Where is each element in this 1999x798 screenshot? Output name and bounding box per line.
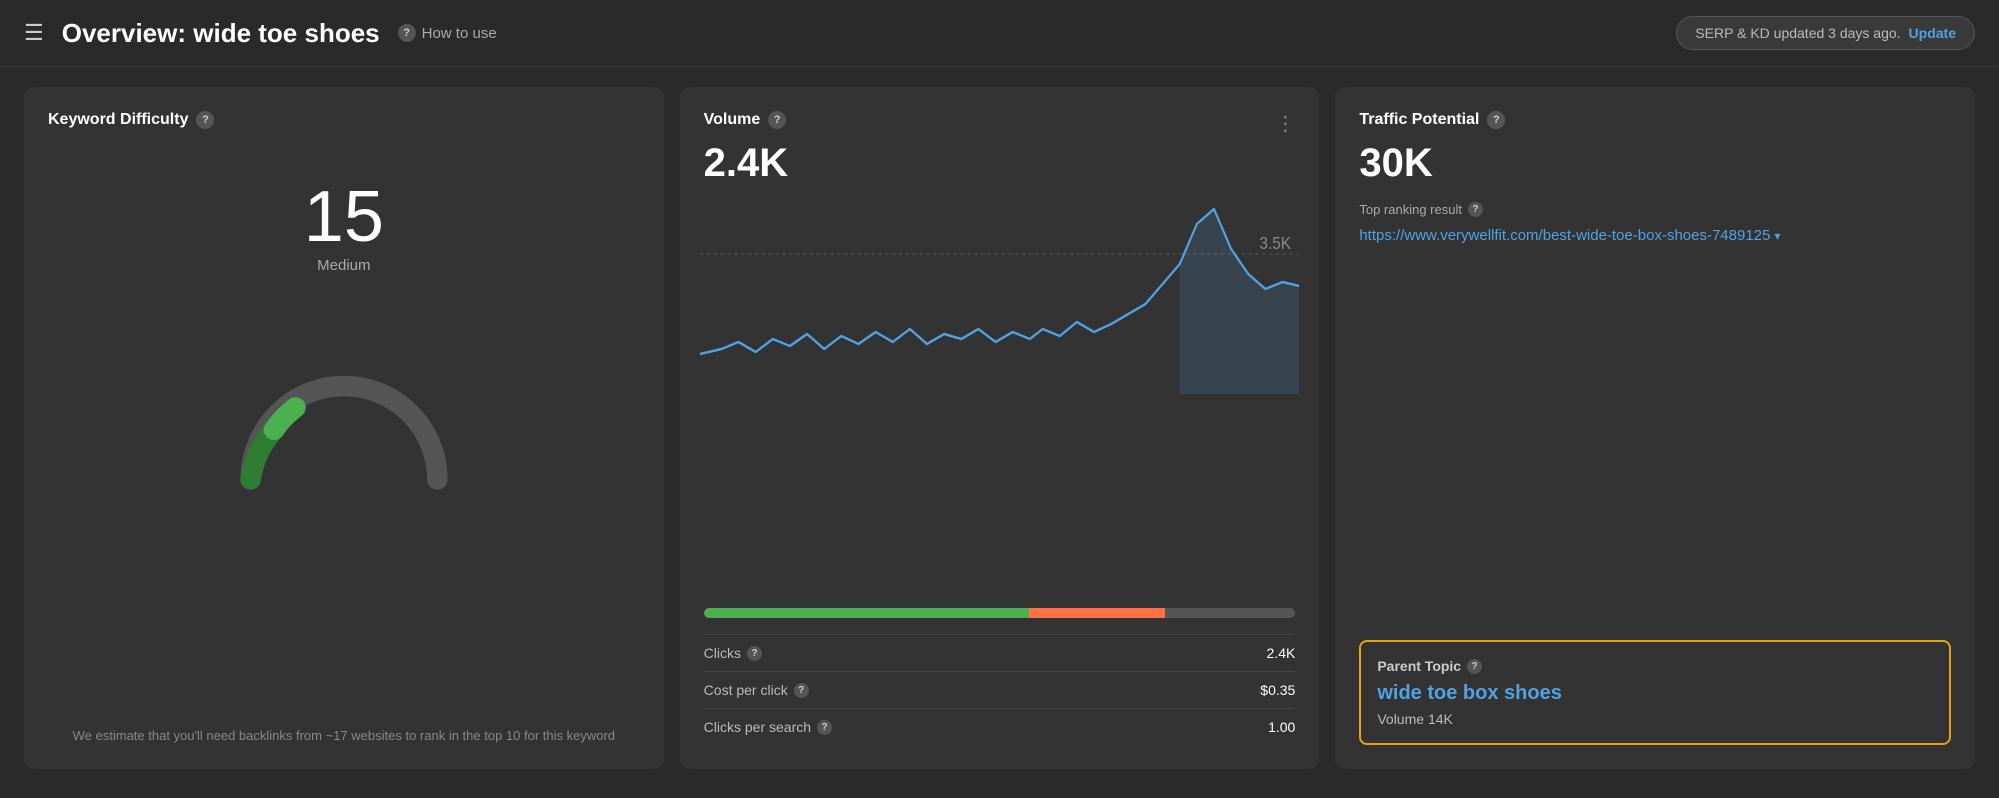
kd-level: Medium: [317, 257, 370, 274]
kd-score: 15: [304, 181, 384, 253]
page-title: Overview: wide toe shoes: [62, 18, 380, 49]
how-to-use-icon: ?: [398, 24, 416, 42]
cps-help-icon[interactable]: ?: [817, 720, 832, 735]
update-status-text: SERP & KD updated 3 days ago.: [1695, 25, 1900, 41]
top-ranking-url-text: https://www.verywellfit.com/best-wide-to…: [1359, 225, 1770, 246]
url-chevron-icon: ▾: [1774, 228, 1780, 245]
traffic-potential-value: 30K: [1359, 141, 1951, 186]
parent-topic-label: Parent Topic ?: [1377, 658, 1933, 674]
update-badge: SERP & KD updated 3 days ago. Update: [1676, 16, 1975, 50]
keyword-difficulty-title: Keyword Difficulty ?: [48, 111, 640, 129]
keyword-difficulty-card: Keyword Difficulty ? 15 Medium We estima…: [24, 87, 664, 769]
parent-topic-box: Parent Topic ? wide toe box shoes Volume…: [1359, 640, 1951, 745]
parent-topic-volume: Volume 14K: [1377, 711, 1933, 727]
how-to-use-label: How to use: [422, 25, 497, 42]
svg-text:3.5K: 3.5K: [1259, 233, 1291, 253]
clicks-per-search-row: Clicks per search ? 1.00: [704, 708, 1296, 745]
cost-per-click-label: Cost per click: [704, 682, 788, 698]
cpc-help-icon[interactable]: ?: [794, 683, 809, 698]
traffic-potential-title: Traffic Potential ?: [1359, 111, 1951, 129]
menu-icon[interactable]: ☰: [24, 22, 44, 44]
volume-help-icon[interactable]: ?: [768, 111, 786, 129]
kd-description: We estimate that you'll need backlinks f…: [48, 726, 640, 746]
volume-value: 2.4K: [704, 141, 1296, 186]
clicks-per-search-value: 1.00: [1268, 719, 1295, 735]
progress-green: [704, 608, 1029, 618]
main-content: Keyword Difficulty ? 15 Medium We estima…: [0, 67, 1999, 789]
kd-help-icon[interactable]: ?: [196, 111, 214, 129]
volume-more-icon[interactable]: ⋮: [1275, 111, 1295, 136]
gauge-svg: [224, 358, 464, 498]
cost-per-click-row: Cost per click ? $0.35: [704, 671, 1296, 708]
update-button[interactable]: Update: [1909, 25, 1956, 41]
tp-help-icon[interactable]: ?: [1487, 111, 1505, 129]
header: ☰ Overview: wide toe shoes ? How to use …: [0, 0, 1999, 67]
traffic-potential-card: Traffic Potential ? 30K Top ranking resu…: [1335, 87, 1975, 769]
clicks-row: Clicks ? 2.4K: [704, 634, 1296, 671]
top-ranking-url[interactable]: https://www.verywellfit.com/best-wide-to…: [1359, 225, 1951, 246]
top-ranking-help-icon[interactable]: ?: [1468, 202, 1483, 217]
cost-per-click-value: $0.35: [1260, 682, 1295, 698]
clicks-label: Clicks: [704, 645, 741, 661]
clicks-help-icon[interactable]: ?: [747, 646, 762, 661]
parent-topic-volume-value: 14K: [1428, 711, 1453, 727]
top-ranking-label: Top ranking result ?: [1359, 202, 1951, 217]
gauge-center: 15 Medium: [304, 181, 384, 274]
volume-progress-bar: [704, 608, 1296, 618]
clicks-per-search-label: Clicks per search: [704, 719, 811, 735]
parent-topic-link[interactable]: wide toe box shoes: [1377, 682, 1933, 705]
volume-chart: 3.5K: [700, 194, 1300, 394]
chart-area: 3.5K: [700, 194, 1300, 598]
how-to-use-button[interactable]: ? How to use: [398, 24, 497, 42]
volume-card: Volume ? ⋮ 2.4K 3.5K Clicks ?: [680, 87, 1320, 769]
gauge-container: 15 Medium: [48, 151, 640, 706]
progress-orange: [1029, 608, 1165, 618]
clicks-value: 2.4K: [1267, 645, 1296, 661]
parent-topic-help-icon[interactable]: ?: [1467, 659, 1482, 674]
volume-title: Volume ?: [704, 111, 1296, 129]
